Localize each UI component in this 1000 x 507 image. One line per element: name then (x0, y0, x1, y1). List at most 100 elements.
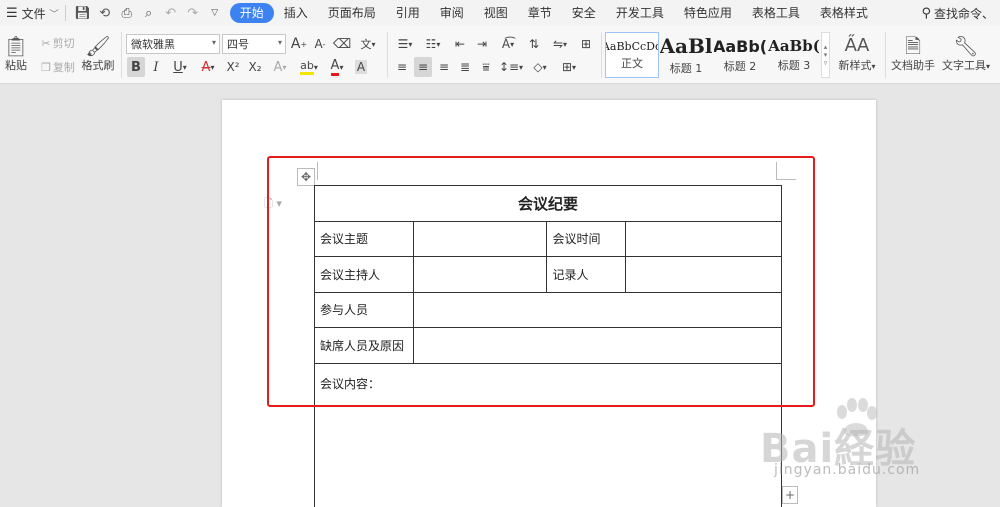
style-label: 标题 3 (777, 59, 811, 72)
text-effect-icon[interactable]: A ▾ (268, 57, 292, 77)
italic-button[interactable]: I (148, 57, 164, 77)
grow-font-button[interactable]: A + (290, 34, 308, 54)
line-break-icon[interactable]: ⇋ ▾ (547, 34, 573, 54)
meeting-minutes-table[interactable]: 会议纪要 会议主题 会议时间 会议主持人 记录人 参与人员 缺席人员及原因 会议… (314, 185, 783, 507)
paragraph-options-icon[interactable]: 🗋︎ ▾ (264, 195, 282, 214)
decrease-indent-icon[interactable]: ⇤ (450, 34, 470, 54)
doc-helper-button[interactable]: 🗎︎ 文档助手 (890, 30, 936, 78)
font-size-value: 四号 (227, 38, 249, 51)
customize-toolbar-icon[interactable]: ▽ (204, 8, 226, 18)
numbered-list-icon[interactable]: ☷ ▾ (420, 34, 446, 54)
host-value-cell[interactable] (412, 256, 548, 293)
subscript-button[interactable]: X₂ (245, 57, 265, 77)
recorder-label-cell[interactable]: 记录人 (546, 256, 627, 293)
paragraph-shading-icon[interactable]: ◇ ▾ (527, 57, 553, 77)
bullet-list-icon[interactable]: ☰ ▾ (393, 34, 417, 54)
absent-label-cell[interactable]: 缺席人员及原因 (314, 327, 414, 364)
ribbon-toolbar: 📋︎ 粘贴 ✂ 剪切 ❐ 复制 🖌︎ 格式刷 微软雅黑 ▾ 四号 ▾ A + A-… (0, 26, 1000, 84)
superscript-button[interactable]: X² (223, 57, 243, 77)
distribute-icon[interactable]: ⩸ (477, 57, 495, 77)
new-style-label: 新样式▾ (838, 59, 876, 72)
format-painter-label: 格式刷 (81, 59, 115, 72)
style-normal[interactable]: AaBbCcDd 正文 (605, 32, 659, 78)
tab-references[interactable]: 引用 (386, 3, 430, 23)
cut-button[interactable]: ✂ 剪切 (38, 34, 78, 52)
tab-page-layout[interactable]: 页面布局 (318, 3, 386, 23)
align-center-icon[interactable]: ≡ (414, 57, 432, 77)
align-left-icon[interactable]: ≡ (393, 57, 411, 77)
recorder-value-cell[interactable] (625, 256, 782, 293)
tab-developer[interactable]: 开发工具 (606, 3, 674, 23)
line-spacing-icon[interactable]: ↕≡ ▾ (498, 57, 524, 77)
format-painter-button[interactable]: 🖌︎ 格式刷 (80, 30, 116, 78)
tab-security[interactable]: 安全 (562, 3, 606, 23)
increase-indent-icon[interactable]: ⇥ (472, 34, 492, 54)
style-heading-2[interactable]: AaBb( 标题 2 (713, 32, 767, 78)
time-value-cell[interactable] (625, 220, 782, 257)
host-label-cell[interactable]: 会议主持人 (314, 256, 414, 293)
phonetic-guide-icon[interactable]: 文 ▾ (355, 34, 381, 54)
text-tools-button[interactable]: 🔧︎ 文字工具▾ (938, 30, 994, 78)
font-color-icon[interactable]: A ▾ (325, 57, 349, 77)
copy-button[interactable]: ❐ 复制 (38, 58, 78, 76)
attendees-label-cell[interactable]: 参与人员 (314, 291, 414, 328)
document-page[interactable]: ✥ 🗋︎ ▾ 会议纪要 会议主题 会议时间 会议主持人 记录人 参与人员 缺席人… (222, 100, 876, 507)
meeting-content-cell[interactable]: 会议内容： (314, 362, 782, 507)
table-title-cell[interactable]: 会议纪要 (314, 185, 782, 222)
eraser-icon[interactable]: ⌫ (333, 34, 351, 54)
table-row: 会议纪要 (314, 185, 782, 222)
absent-value-cell[interactable] (412, 327, 783, 364)
font-name-value: 微软雅黑 (131, 38, 175, 51)
menu-bar: ☰ 文件 ﹀ 💾︎ ⟲ ⎙ ⌕ ↶ ↷ ▽ 开始 插入 页面布局 引用 审阅 视… (0, 0, 1000, 26)
tab-special-apps[interactable]: 特色应用 (674, 3, 742, 23)
doc-helper-icon: 🗎︎ (904, 34, 922, 58)
new-style-button[interactable]: A̋A 新样式▾ (834, 30, 880, 78)
style-heading-3[interactable]: AaBb( 标题 3 (767, 32, 821, 78)
bold-button[interactable]: B (127, 57, 145, 77)
redo-icon[interactable]: ↷ (182, 6, 204, 21)
style-heading-1[interactable]: AaBl 标题 1 (659, 32, 713, 78)
print-preview-icon[interactable]: ⌕ (138, 6, 160, 21)
divider (885, 32, 886, 78)
topic-label-cell[interactable]: 会议主题 (314, 220, 414, 257)
strikethrough-button[interactable]: A ▾ (196, 57, 220, 77)
undo-icon[interactable]: ↶ (160, 6, 182, 21)
attendees-value-cell[interactable] (412, 291, 783, 328)
style-label: 标题 1 (669, 62, 703, 75)
font-name-select[interactable]: 微软雅黑 ▾ (126, 34, 220, 54)
shrink-font-button[interactable]: A- (311, 34, 329, 54)
undo-format-icon[interactable]: ⟲ (94, 6, 116, 21)
find-command-box[interactable]: ⚲ 查找命令、 (921, 5, 1000, 22)
strikethrough-label: A (201, 59, 211, 75)
text-direction-icon[interactable]: A͡ ▾ (495, 34, 521, 54)
topic-value-cell[interactable] (412, 220, 548, 257)
paste-label: 粘贴 (5, 59, 27, 72)
show-hide-marks-icon[interactable]: ⊞ (576, 34, 596, 54)
tab-view[interactable]: 视图 (474, 3, 518, 23)
underline-label: U (173, 59, 183, 75)
save-icon[interactable]: 💾︎ (72, 6, 94, 21)
paste-button[interactable]: 📋︎ 粘贴 (0, 30, 32, 78)
file-menu[interactable]: ☰ 文件 ﹀ (0, 0, 59, 26)
tab-table-tools[interactable]: 表格工具 (742, 3, 810, 23)
highlight-color-icon[interactable]: ab ▾ (296, 57, 322, 77)
table-move-handle-icon[interactable]: ✥ (297, 168, 315, 186)
tab-insert[interactable]: 插入 (274, 3, 318, 23)
tab-table-style[interactable]: 表格样式 (810, 3, 878, 23)
tab-chapter[interactable]: 章节 (518, 3, 562, 23)
text-tools-label: 文字工具▾ (941, 59, 990, 72)
align-right-icon[interactable]: ≡ (435, 57, 453, 77)
styles-scroll[interactable]: ▴ ▾ ▿ (821, 32, 830, 78)
justify-icon[interactable]: ≣ (456, 57, 474, 77)
add-row-icon[interactable]: + (782, 486, 798, 504)
tab-review[interactable]: 审阅 (430, 3, 474, 23)
time-label-cell[interactable]: 会议时间 (546, 220, 627, 257)
borders-icon[interactable]: ⊞ ▾ (556, 57, 582, 77)
font-size-select[interactable]: 四号 ▾ (222, 34, 286, 54)
underline-button[interactable]: U ▾ (168, 57, 192, 77)
sort-icon[interactable]: ⇅ (524, 34, 544, 54)
print-icon[interactable]: ⎙ (116, 6, 138, 21)
character-shading-icon[interactable]: A (352, 57, 370, 77)
divider (121, 32, 122, 78)
tab-home[interactable]: 开始 (229, 3, 274, 23)
